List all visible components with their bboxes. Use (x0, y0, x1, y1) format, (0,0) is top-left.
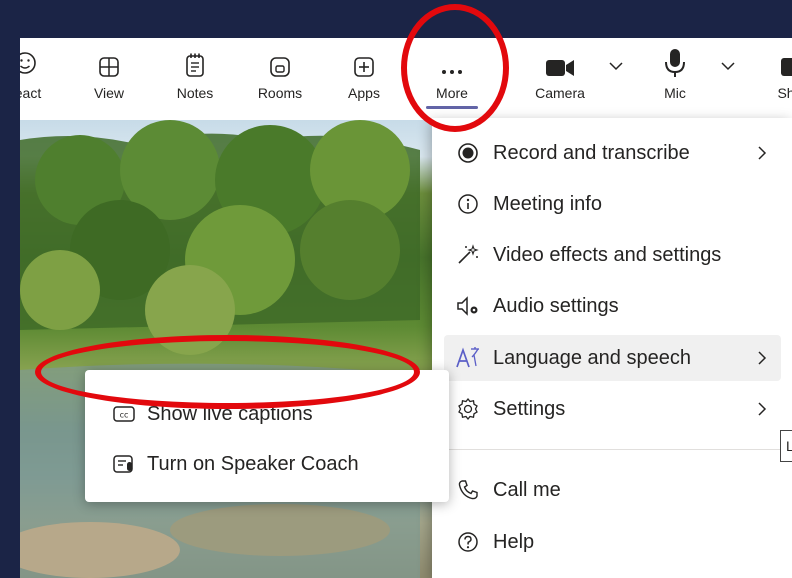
rooms-icon (269, 38, 291, 78)
share-icon (773, 38, 792, 78)
more-selected-indicator (426, 106, 478, 109)
apps-label: Apps (348, 85, 380, 101)
smiley-icon (20, 38, 43, 78)
video-effects-item[interactable]: Video effects and settings (444, 232, 781, 278)
audio-settings-item[interactable]: Audio settings (444, 283, 781, 329)
apps-button[interactable]: Apps (342, 38, 386, 112)
language-and-speech-label: Language and speech (493, 346, 691, 369)
meeting-window: eact View Notes Rooms Apps (20, 38, 792, 578)
gear-icon (454, 395, 482, 423)
share-button[interactable]: Sh (766, 38, 792, 112)
settings-item[interactable]: Settings (444, 386, 781, 432)
closed-captions-icon: cc (111, 401, 137, 427)
magic-wand-icon (454, 241, 482, 269)
view-button[interactable]: View (88, 38, 130, 112)
notes-icon (184, 38, 206, 78)
notes-button[interactable]: Notes (171, 38, 219, 112)
show-live-captions-item[interactable]: cc Show live captions (97, 392, 437, 436)
tooltip: La (780, 430, 792, 462)
audio-settings-label: Audio settings (493, 294, 619, 317)
camera-options-chevron-icon[interactable] (608, 60, 624, 72)
microphone-icon (664, 38, 686, 78)
grid-icon (98, 38, 120, 78)
meeting-info-item[interactable]: Meeting info (444, 181, 781, 227)
rooms-label: Rooms (257, 85, 303, 101)
react-button[interactable]: eact (20, 38, 48, 112)
language-icon (454, 344, 482, 372)
help-label: Help (493, 530, 535, 553)
more-dots-icon (440, 38, 464, 78)
share-label: Sh (777, 85, 792, 101)
speaker-coach-item[interactable]: Turn on Speaker Coach (97, 442, 437, 486)
language-and-speech-submenu: cc Show live captions Turn on Speaker Co… (85, 370, 449, 502)
help-item[interactable]: Help (444, 519, 781, 565)
chevron-right-icon (758, 146, 767, 160)
show-live-captions-label: Show live captions (147, 402, 313, 425)
settings-label: Settings (493, 397, 566, 420)
more-button[interactable]: More (420, 38, 484, 112)
info-icon (454, 190, 482, 218)
record-and-transcribe-item[interactable]: Record and transcribe (444, 130, 781, 176)
notes-label: Notes (176, 85, 214, 101)
call-me-label: Call me (493, 478, 561, 501)
chevron-right-icon (758, 402, 767, 416)
language-and-speech-item[interactable]: Language and speech (444, 335, 781, 381)
record-icon (454, 139, 482, 167)
mic-button[interactable]: Mic (650, 38, 700, 112)
meeting-info-label: Meeting info (493, 192, 602, 215)
mic-options-chevron-icon[interactable] (720, 60, 736, 72)
speaker-coach-label: Turn on Speaker Coach (147, 452, 359, 475)
video-effects-label: Video effects and settings (493, 243, 722, 266)
rooms-button[interactable]: Rooms (252, 38, 308, 112)
more-label: More (436, 85, 468, 101)
camera-label: Camera (535, 85, 585, 101)
menu-divider (444, 449, 781, 450)
record-and-transcribe-label: Record and transcribe (493, 141, 690, 164)
phone-icon (454, 476, 482, 504)
camera-button[interactable]: Camera (528, 38, 592, 112)
more-options-menu: Record and transcribe Meeting info Video… (432, 118, 792, 578)
help-icon (454, 528, 482, 556)
speaker-coach-icon (111, 451, 137, 477)
svg-text:cc: cc (120, 411, 129, 420)
mic-label: Mic (664, 85, 686, 101)
call-me-item[interactable]: Call me (444, 467, 781, 513)
view-label: View (93, 85, 125, 101)
chevron-right-icon (758, 351, 767, 365)
meeting-toolbar: eact View Notes Rooms Apps (20, 38, 792, 112)
react-label: eact (20, 85, 42, 101)
speaker-settings-icon (454, 292, 482, 320)
video-camera-icon (545, 38, 575, 78)
add-square-icon (353, 38, 375, 78)
